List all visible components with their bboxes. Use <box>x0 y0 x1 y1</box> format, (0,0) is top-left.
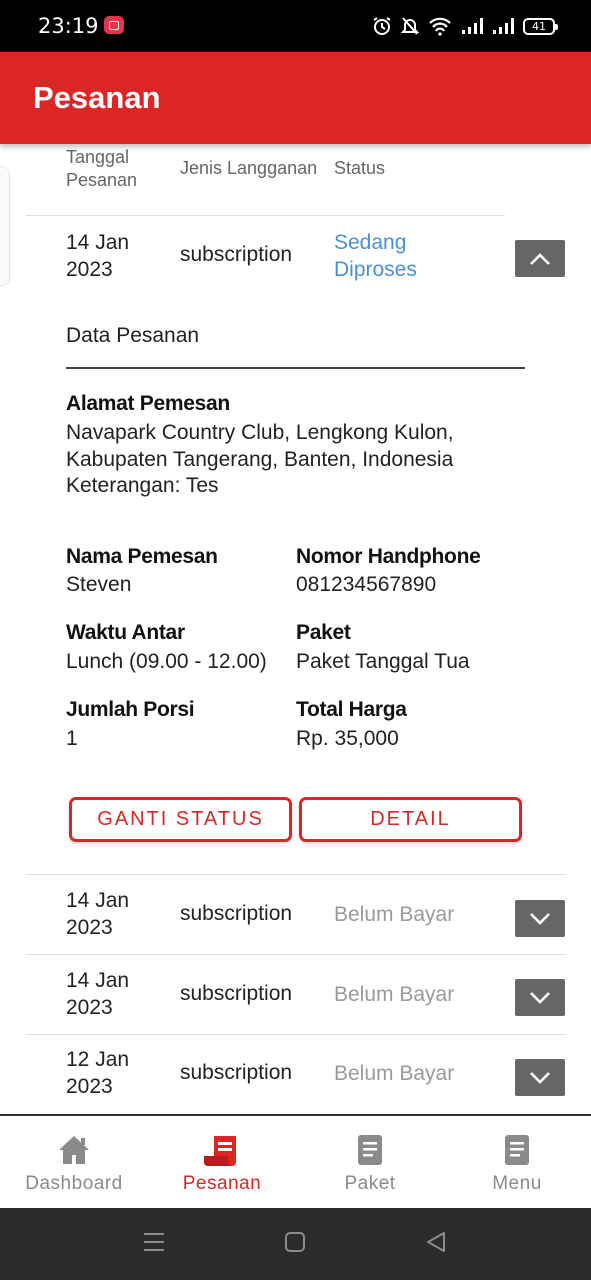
signal-icon <box>462 18 483 34</box>
portion-label: Jumlah Porsi <box>66 698 195 721</box>
customer-name: Steven <box>66 573 132 596</box>
detail-heading: Data Pesanan <box>66 324 200 347</box>
collapse-button[interactable] <box>515 240 565 277</box>
order-row[interactable]: 14 Jan 2023 subscription Belum Bayar <box>26 954 566 1034</box>
side-drawer-handle[interactable] <box>0 166 10 286</box>
package-value: Paket Tanggal Tua <box>296 650 470 673</box>
detail-button[interactable]: DETAIL <box>299 797 522 842</box>
order-status: Belum Bayar <box>334 983 455 1006</box>
chevron-down-icon <box>530 912 550 925</box>
address-line: Kabupaten Tangerang, Banten, Indonesia <box>66 448 454 471</box>
bottom-nav: Dashboard Pesanan Paket Menu <box>0 1114 591 1208</box>
address-note: Keterangan: Tes <box>66 474 219 497</box>
nav-label: Paket <box>344 1173 396 1194</box>
change-status-button[interactable]: GANTI STATUS <box>69 797 292 842</box>
mute-icon <box>401 17 419 35</box>
home-button-icon[interactable] <box>284 1230 306 1254</box>
back-icon[interactable] <box>425 1230 447 1254</box>
customer-name-label: Nama Pemesan <box>66 545 218 568</box>
order-status: Belum Bayar <box>334 903 455 926</box>
order-type: subscription <box>180 1061 293 1084</box>
chevron-up-icon <box>530 252 550 265</box>
order-date: 14 Jan 2023 <box>66 889 130 939</box>
column-header-date: Tanggal Pesanan <box>66 147 138 190</box>
detail-divider <box>66 367 525 369</box>
clock: 23:19 <box>38 14 99 38</box>
nav-menu[interactable]: Menu <box>443 1116 591 1210</box>
order-type: subscription <box>180 982 293 1005</box>
expand-button[interactable] <box>515 979 565 1016</box>
battery-icon: 41 <box>523 17 558 35</box>
alarm-icon <box>373 17 391 35</box>
signal-icon <box>493 18 514 34</box>
order-row[interactable]: 12 Jan 2023 subscription Belum Bayar <box>26 1034 566 1114</box>
order-type: subscription <box>180 902 293 925</box>
order-row[interactable]: 14 Jan 2023 subscription Sedang Diproses <box>26 216 566 296</box>
wifi-icon <box>429 17 451 36</box>
phone-label: Nomor Handphone <box>296 545 481 568</box>
screen-record-icon <box>104 16 124 34</box>
expand-button[interactable] <box>515 1059 565 1096</box>
system-nav-bar <box>0 1208 591 1280</box>
order-row[interactable]: 14 Jan 2023 subscription Belum Bayar <box>26 874 566 954</box>
chevron-down-icon <box>530 991 550 1004</box>
portion-value: 1 <box>66 727 78 750</box>
nav-paket[interactable]: Paket <box>296 1116 444 1210</box>
nav-pesanan[interactable]: Pesanan <box>148 1116 296 1210</box>
address-line: Navapark Country Club, Lengkong Kulon, <box>66 421 454 444</box>
package-label: Paket <box>296 621 351 644</box>
receipt-icon <box>204 1136 236 1166</box>
expand-button[interactable] <box>515 900 565 937</box>
total-price: Rp. 35,000 <box>296 727 399 750</box>
order-date: 14 Jan 2023 <box>66 969 130 1019</box>
document-icon <box>505 1135 529 1165</box>
chevron-down-icon <box>530 1071 550 1084</box>
total-price-label: Total Harga <box>296 698 407 721</box>
app-bar: Pesanan <box>0 52 591 144</box>
order-status: Belum Bayar <box>334 1062 455 1085</box>
order-date: 12 Jan 2023 <box>66 1048 130 1098</box>
page-title: Pesanan <box>33 80 161 115</box>
order-status: Sedang Diproses <box>334 231 417 281</box>
order-type: subscription <box>180 243 293 266</box>
column-header-type: Jenis Langganan <box>180 158 318 178</box>
column-header-status: Status <box>334 158 386 178</box>
delivery-time-label: Waktu Antar <box>66 621 185 644</box>
address-label: Alamat Pemesan <box>66 392 230 415</box>
nav-label: Dashboard <box>25 1173 123 1194</box>
recent-apps-icon[interactable] <box>143 1230 165 1254</box>
phone-value: 081234567890 <box>296 573 437 596</box>
order-date: 14 Jan 2023 <box>66 231 130 281</box>
status-icons: 41 <box>372 14 558 38</box>
nav-label: Menu <box>492 1173 542 1194</box>
status-bar: 23:19 41 <box>0 0 591 52</box>
delivery-time: Lunch (09.00 - 12.00) <box>66 650 267 673</box>
nav-dashboard[interactable]: Dashboard <box>0 1116 148 1210</box>
document-icon <box>358 1135 382 1165</box>
home-icon <box>59 1136 89 1164</box>
nav-label: Pesanan <box>182 1173 262 1194</box>
